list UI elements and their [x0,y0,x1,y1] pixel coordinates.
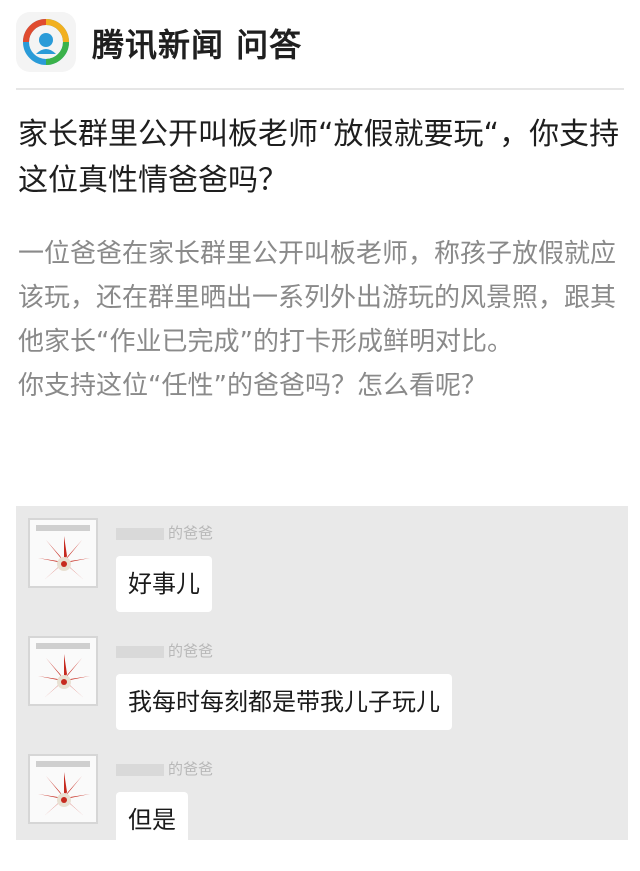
header-divider [16,88,624,90]
avatar [28,754,98,824]
question-title[interactable]: 家长群里公开叫板老师“放假就要玩“，你支持这位真性情爸爸吗？ [18,112,624,204]
question-description: 一位爸爸在家长群里公开叫板老师，称孩子放假就应该玩，还在群里晒出一系列外出游玩的… [18,232,624,408]
avatar-flower-icon [38,536,90,580]
sender-name: 的爸爸 [116,758,213,779]
avatar [28,518,98,588]
sender-name: 的爸爸 [116,640,213,661]
tencent-news-logo-icon[interactable] [16,12,76,72]
message-bubble: 但是 [116,792,188,848]
message-bubble: 我每时每刻都是带我儿子玩儿 [116,674,452,730]
avatar-flower-icon [38,772,90,816]
avatar [28,636,98,706]
chat-screenshot: 的爸爸 好事儿 的爸爸 我每时每刻都是带我儿子玩儿 的爸爸 但是 [16,506,628,848]
sender-name: 的爸爸 [116,522,213,543]
description-paragraph: 一位爸爸在家长群里公开叫板老师，称孩子放假就应该玩，还在群里晒出一系列外出游玩的… [18,239,617,357]
description-question: 你支持这位“任性”的爸爸吗？怎么看呢？ [18,371,487,401]
message-bubble: 好事儿 [116,556,212,612]
brand-title: 腾讯新闻 问答 [92,26,303,64]
app-header: 腾讯新闻 问答 [0,0,640,84]
avatar-flower-icon [38,654,90,698]
